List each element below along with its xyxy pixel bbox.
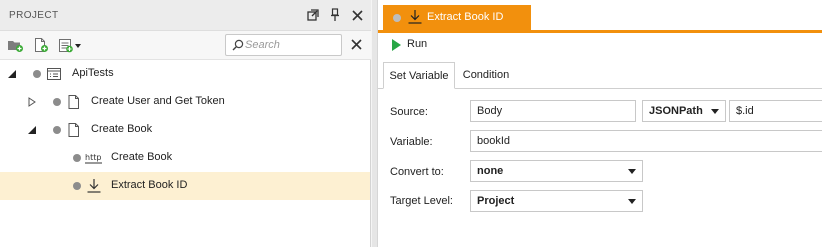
status-dot [53,98,61,106]
set-variable-form: Source: Body JSONPath $.id Variable: boo… [378,89,822,247]
source-format-value: JSONPath [649,105,703,117]
clear-search-icon[interactable] [349,37,363,53]
search-input[interactable] [245,37,339,53]
project-panel-header: PROJECT [0,0,371,31]
source-format-select[interactable]: JSONPath [642,100,726,122]
chevron-down-icon [628,169,636,174]
status-dot [393,14,401,22]
status-dot [73,154,81,162]
run-label: Run [407,38,428,50]
target-level-label: Target Level: [390,195,453,207]
play-icon [392,39,401,51]
tree-item-label: Create Book [111,151,173,163]
tree-item-create-book-request[interactable]: http Create Book [0,144,370,172]
source-field[interactable]: Body [470,100,636,122]
target-level-value: Project [477,195,515,207]
status-dot [53,126,61,134]
tree-item-create-book-folder[interactable]: Create Book [0,116,370,144]
panel-title: PROJECT [9,10,59,21]
extract-icon [408,10,422,24]
search-box [225,34,342,56]
add-file-icon[interactable] [33,37,49,53]
document-icon [68,123,79,137]
tree-item-label: Create Book [91,123,153,135]
restore-icon[interactable] [305,7,321,23]
document-tab-title: Extract Book ID [427,11,504,23]
add-folder-icon[interactable] [7,37,23,53]
project-panel: PROJECT ApiTests [0,0,371,247]
target-level-select[interactable]: Project [470,190,643,212]
project-toolbar [0,31,371,60]
tab-set-variable[interactable]: Set Variable [383,62,455,89]
document-icon [68,95,79,109]
tab-condition[interactable]: Condition [457,62,515,89]
json-path-field[interactable]: $.id [729,100,822,122]
search-icon [232,39,244,51]
variable-field[interactable]: bookId [470,130,822,152]
source-label: Source: [390,106,428,118]
status-dot [73,182,81,190]
convert-to-value: none [477,165,504,177]
tab-accent-band [378,30,822,33]
extract-icon [87,179,101,193]
close-panel-icon[interactable] [349,7,365,23]
variable-label: Variable: [390,136,433,148]
chevron-down-icon [628,199,636,204]
http-icon: http [85,153,102,164]
tree-item-extract-book-id[interactable]: Extract Book ID [0,172,370,200]
pin-icon[interactable] [327,7,343,23]
status-dot [33,70,41,78]
svg-text:http: http [85,153,101,162]
tree-item-label: Extract Book ID [111,179,188,191]
chevron-down-icon [711,109,719,114]
tree-item-label: ApiTests [72,67,114,79]
collapse-arrow-icon[interactable] [28,125,37,135]
add-step-dropdown-icon[interactable] [58,37,84,53]
convert-to-select[interactable]: none [470,160,643,182]
expand-arrow-icon[interactable] [28,97,37,107]
api-test-icon [47,68,61,80]
collapse-arrow-icon[interactable] [8,69,17,79]
step-editor: Extract Book ID Run Set Variable Conditi… [378,0,822,247]
tree-item-create-user[interactable]: Create User and Get Token [0,88,370,116]
document-tab[interactable]: Extract Book ID [383,5,531,30]
tree-item-apitests[interactable]: ApiTests [0,60,370,88]
tree-item-label: Create User and Get Token [91,95,225,107]
convert-to-label: Convert to: [390,166,444,178]
